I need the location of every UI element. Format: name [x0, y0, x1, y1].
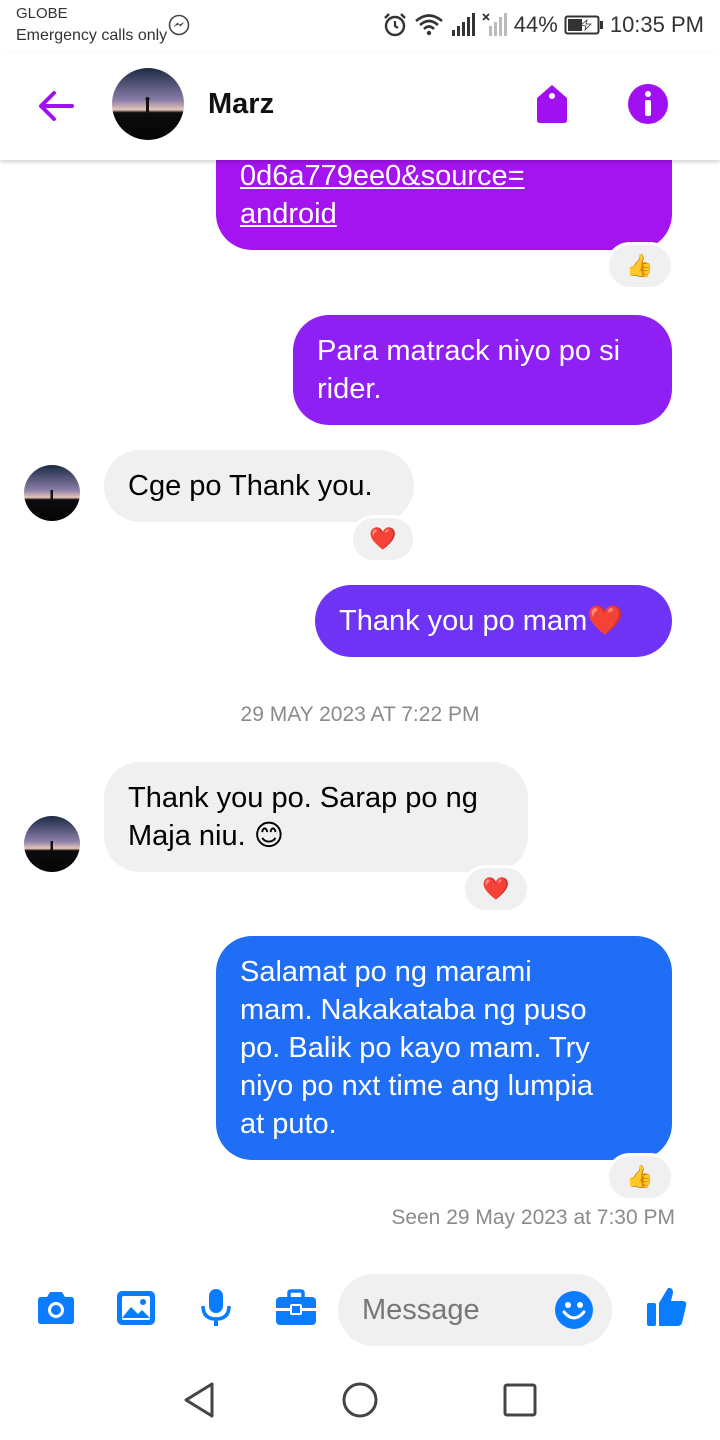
conversation-header: Marz: [0, 52, 720, 160]
back-arrow-icon[interactable]: [34, 84, 78, 128]
status-icons: 44% 10:35 PM: [382, 10, 704, 40]
info-icon[interactable]: [626, 82, 670, 126]
contact-avatar[interactable]: [24, 816, 80, 872]
emergency-label: Emergency calls only: [16, 27, 168, 44]
messenger-icon: [168, 14, 190, 36]
message-text: Thank you po. Sarap po ng: [128, 782, 478, 814]
message-text: at puto.: [240, 1108, 337, 1140]
message-text: mam. Nakakataba ng puso: [240, 994, 587, 1026]
message-text: po. Balik po kayo mam. Try: [240, 1032, 590, 1064]
message-text: Salamat po ng marami: [240, 956, 532, 988]
signal-icon: [451, 13, 475, 36]
message-placeholder: Message: [362, 1294, 480, 1326]
message-bubble-incoming[interactable]: Cge po Thank you.: [104, 450, 414, 522]
message-bubble-outgoing[interactable]: Para matrack niyo po si rider.: [293, 315, 672, 425]
emoji-icon[interactable]: [554, 1290, 594, 1330]
message-text: Maja niu. 😊: [128, 820, 284, 852]
thumbs-up-reaction: 👍: [626, 253, 654, 278]
no-signal-icon: [482, 13, 507, 36]
battery-charging-icon: [564, 15, 603, 35]
message-text: Thank you po mam❤️: [339, 605, 624, 637]
thumbs-up-icon[interactable]: [644, 1284, 690, 1330]
wifi-icon: [414, 14, 443, 36]
contact-avatar[interactable]: [112, 68, 184, 140]
message-link[interactable]: android: [240, 195, 648, 233]
reaction-badge[interactable]: 👍: [606, 242, 674, 290]
system-nav-bar: [0, 1354, 720, 1440]
camera-icon[interactable]: [34, 1286, 78, 1330]
home-circle-icon[interactable]: [340, 1380, 380, 1420]
message-bubble-outgoing[interactable]: Salamat po ng marami mam. Nakakataba ng …: [216, 936, 672, 1160]
clock: 10:35 PM: [609, 12, 704, 37]
alarm-icon: [383, 13, 406, 37]
briefcase-icon[interactable]: [274, 1286, 318, 1330]
microphone-icon[interactable]: [194, 1286, 238, 1330]
reaction-badge[interactable]: 👍: [606, 1153, 674, 1201]
message-input[interactable]: Message: [338, 1274, 612, 1346]
status-bar: GLOBE Emergency calls only 44% 10:35 PM: [0, 0, 720, 52]
carrier-label: GLOBE: [16, 5, 68, 22]
message-text: Cge po Thank you.: [128, 470, 373, 502]
recents-square-icon[interactable]: [500, 1380, 540, 1420]
seen-receipt: Seen 29 May 2023 at 7:30 PM: [391, 1206, 675, 1229]
message-bubble-incoming[interactable]: Thank you po. Sarap po ng Maja niu. 😊: [104, 762, 528, 872]
message-bubble-outgoing[interactable]: 0d6a779ee0&source= android: [216, 160, 672, 250]
gallery-icon[interactable]: [114, 1286, 158, 1330]
message-text: niyo po nxt time ang lumpia: [240, 1070, 594, 1102]
contact-name[interactable]: Marz: [208, 88, 274, 121]
timestamp: 29 MAY 2023 AT 7:22 PM: [240, 703, 480, 726]
message-composer: Message: [0, 1262, 720, 1354]
battery-percent: 44%: [513, 12, 558, 37]
heart-reaction: ❤️: [482, 876, 510, 901]
heart-reaction: ❤️: [369, 526, 397, 551]
message-list[interactable]: 0d6a779ee0&source= android 👍 Para matrac…: [0, 160, 720, 1260]
tag-icon[interactable]: [532, 82, 572, 126]
message-text: rider.: [317, 373, 382, 405]
reaction-badge[interactable]: ❤️: [462, 865, 530, 913]
message-bubble-outgoing[interactable]: Thank you po mam❤️: [315, 585, 672, 657]
reaction-badge[interactable]: ❤️: [350, 515, 416, 563]
message-link[interactable]: 0d6a779ee0&source=: [240, 160, 648, 195]
message-text: Para matrack niyo po si: [317, 335, 621, 367]
contact-avatar[interactable]: [24, 465, 80, 521]
back-triangle-icon[interactable]: [180, 1380, 220, 1420]
thumbs-up-reaction: 👍: [626, 1164, 654, 1189]
